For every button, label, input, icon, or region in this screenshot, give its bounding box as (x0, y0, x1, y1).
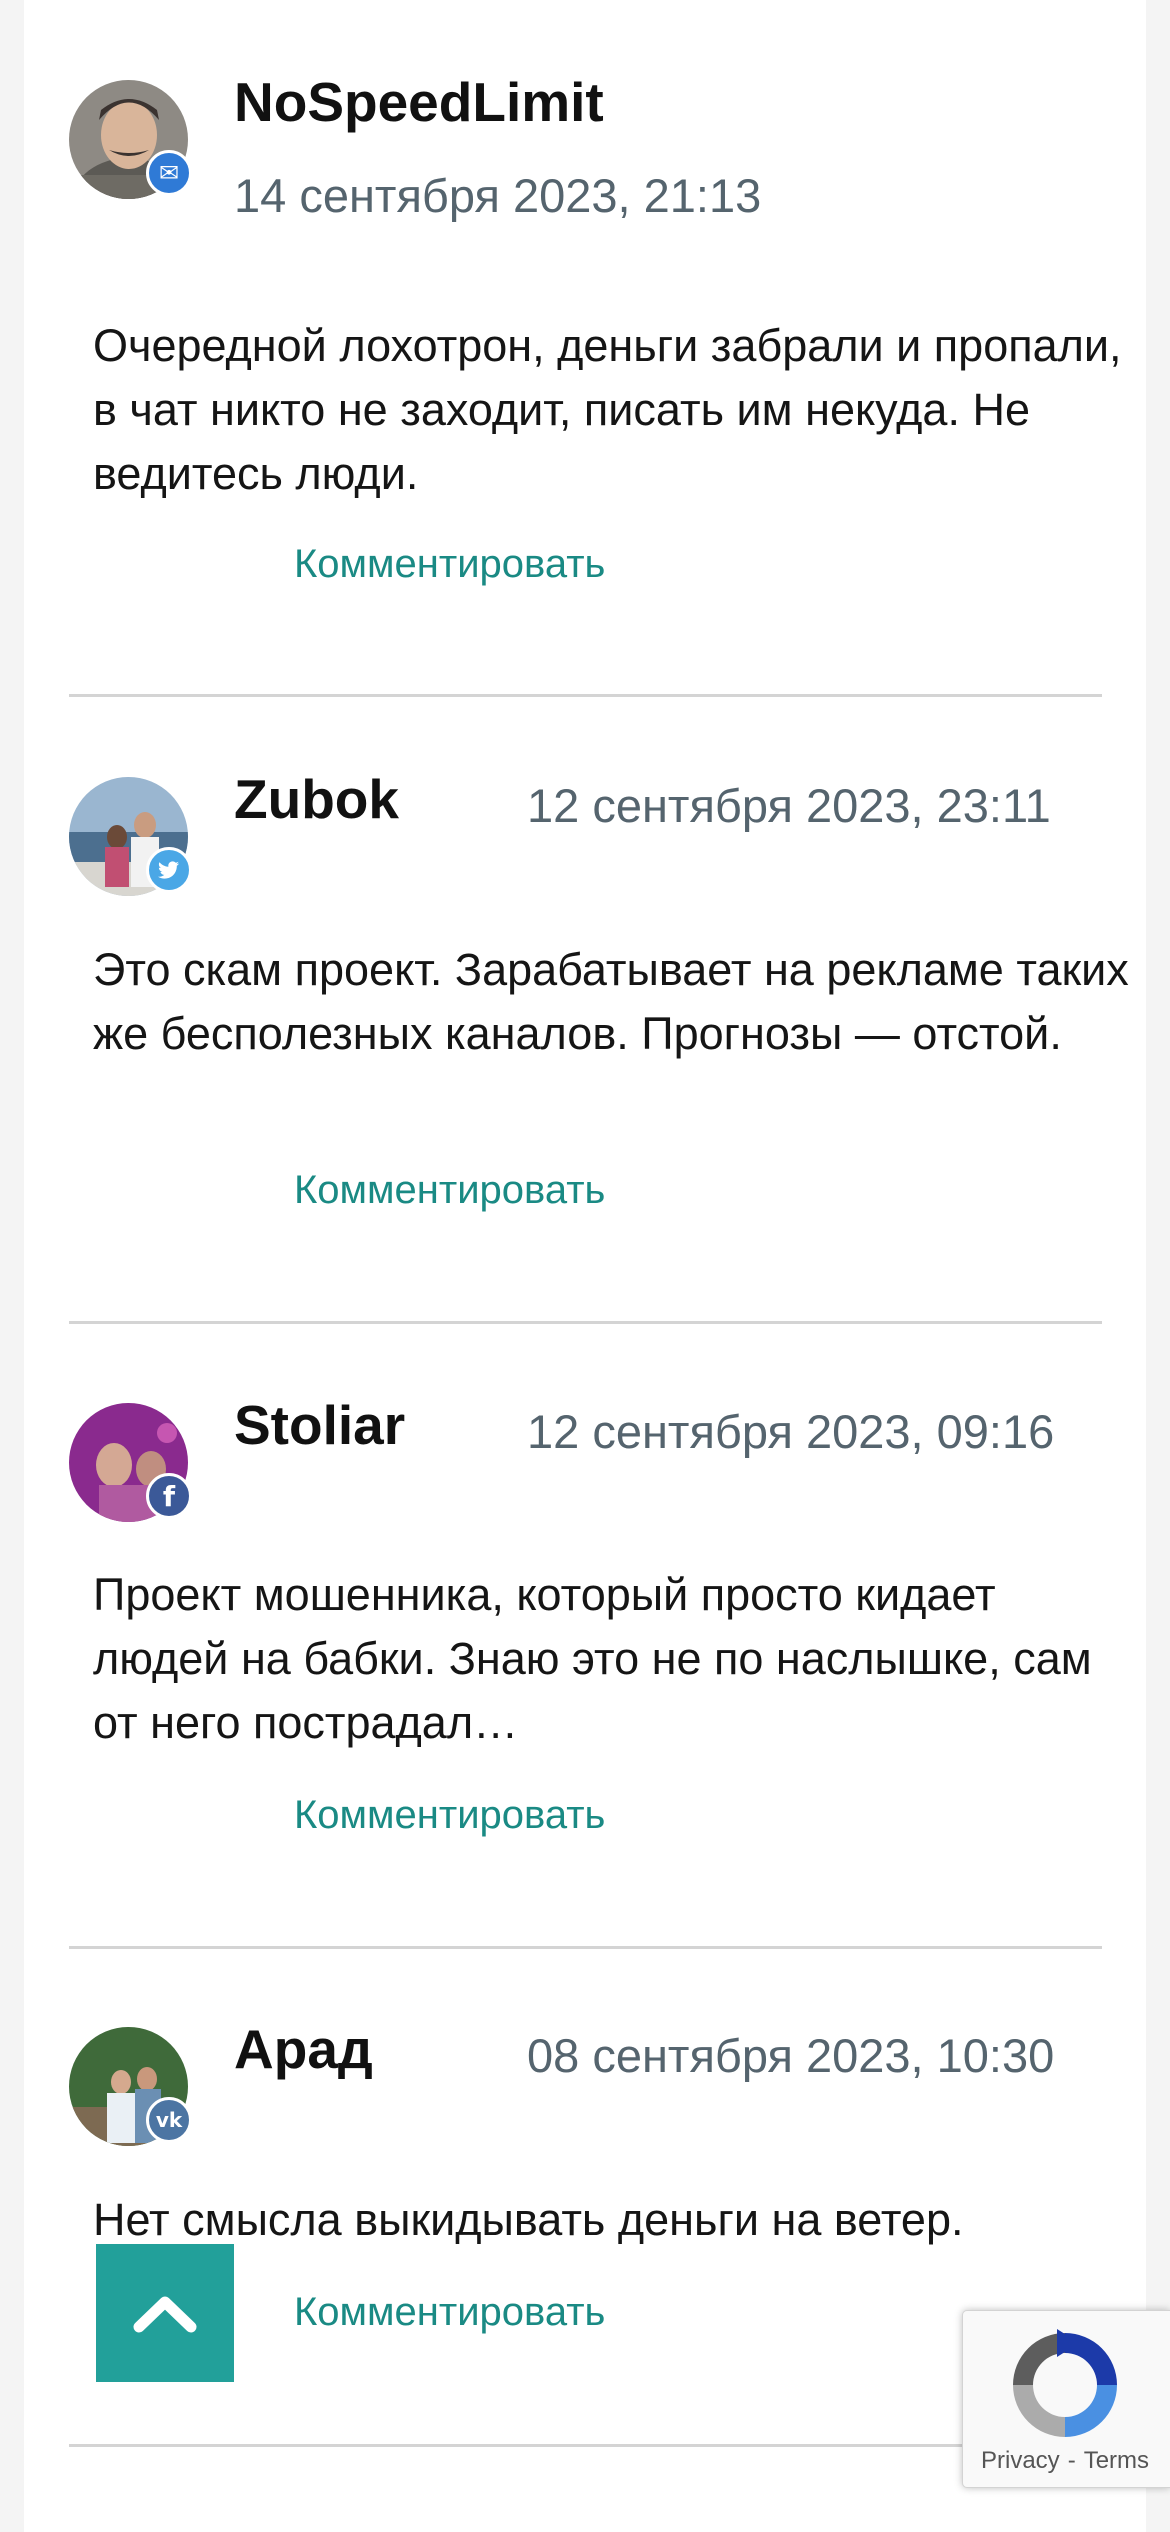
comment-text: Нет смысла выкидывать деньги на ветер. (93, 2194, 964, 2245)
scroll-to-top-button[interactable] (96, 2244, 234, 2382)
divider (69, 1946, 1102, 1949)
comment-author: NoSpeedLimit (234, 71, 604, 133)
email-icon: ✉ (146, 150, 192, 196)
twitter-icon (146, 847, 192, 893)
facebook-icon: f (146, 1473, 192, 1519)
comment-author: Zubok (234, 768, 399, 830)
reply-link[interactable]: Комментировать (294, 1168, 605, 1213)
comment-date: 12 сентября 2023, 09:16 (527, 1405, 1055, 1458)
comment-author: Stoliar (234, 1394, 406, 1456)
terms-link[interactable]: Terms (1084, 2447, 1149, 2474)
recaptcha-logo (1013, 2329, 1117, 2437)
comment-author: Арад (234, 2018, 373, 2080)
vk-icon: vk (146, 2097, 192, 2143)
recaptcha-badge[interactable]: Privacy - Terms (962, 2310, 1170, 2488)
comment-date: 12 сентября 2023, 23:11 (527, 779, 1051, 832)
comment-text: Проект мошенника, который просто кидает … (93, 1569, 1092, 1748)
comments-list: ✉ NoSpeedLimit 14 сентября 2023, 21:13 О… (24, 0, 1146, 2532)
comment-date: 08 сентября 2023, 10:30 (527, 2029, 1055, 2082)
privacy-link[interactable]: Privacy (981, 2447, 1060, 2474)
comment-text: Очередной лохотрон, деньги забрали и про… (93, 320, 1122, 499)
chevron-up-icon (133, 2296, 197, 2333)
divider (69, 2444, 1102, 2447)
recaptcha-links: Privacy - Terms (981, 2447, 1149, 2475)
link-separator: - (1067, 2447, 1076, 2474)
divider (69, 1321, 1102, 1324)
comment-text: Это скам проект. Зарабатывает на рекламе… (93, 944, 1129, 1059)
reply-link[interactable]: Комментировать (294, 542, 605, 587)
divider (69, 694, 1102, 697)
comment-date: 14 сентября 2023, 21:13 (234, 169, 762, 222)
reply-link[interactable]: Комментировать (294, 2290, 605, 2335)
reply-link[interactable]: Комментировать (294, 1793, 605, 1838)
comments-page: ✉ NoSpeedLimit 14 сентября 2023, 21:13 О… (0, 0, 1170, 2532)
